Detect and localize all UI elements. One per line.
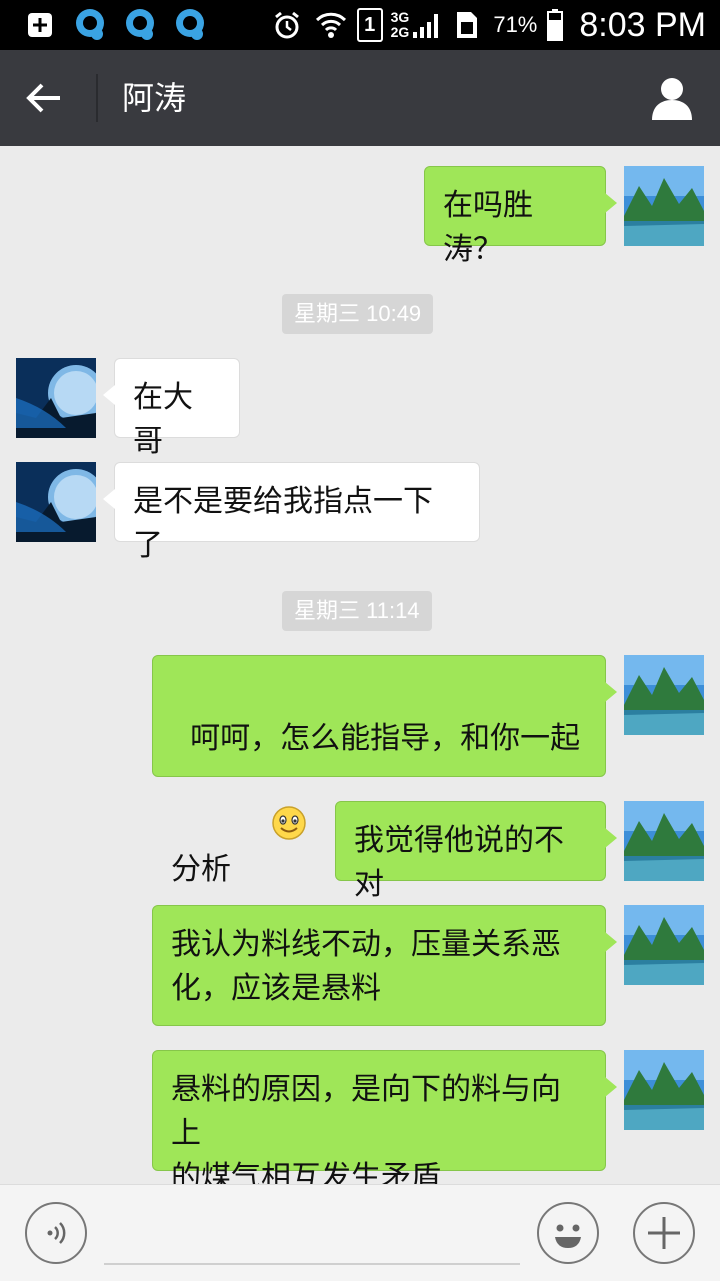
message-bubble-received[interactable]: 在大哥 (103, 358, 240, 459)
smile-emoji-icon (233, 761, 307, 898)
qq-icon (72, 7, 108, 43)
timestamp: 星期三 11:14 (282, 591, 432, 631)
message-bubble-sent[interactable]: 悬料的原因，是向下的料与向上 的煤气相互发生矛盾 (152, 1050, 617, 1195)
back-arrow-icon[interactable] (24, 78, 74, 118)
message-bubble-received[interactable]: 是不是要给我指点一下了 (103, 462, 480, 563)
timestamp: 星期三 10:49 (282, 294, 434, 334)
chat-input-bar (0, 1184, 720, 1281)
my-avatar[interactable] (624, 905, 704, 985)
signal-icon: 3G 2G (391, 10, 442, 40)
sim-1-icon: 1 (356, 8, 383, 42)
chat-title: 阿涛 (122, 79, 187, 117)
message-bubble-sent[interactable]: 我觉得他说的不对 (335, 801, 617, 902)
add-box-icon (22, 7, 58, 43)
network-type-bottom: 2G (390, 24, 410, 40)
my-avatar[interactable] (624, 655, 704, 735)
battery-icon (545, 7, 565, 43)
qq-icon (122, 7, 158, 43)
my-avatar[interactable] (624, 166, 704, 246)
status-bar: 1 3G 2G 71% 8:03 PM (0, 0, 720, 50)
input-underline (104, 1263, 520, 1265)
message-bubble-sent[interactable]: 在吗胜涛？ (424, 166, 617, 267)
message-bubble-sent[interactable]: 我认为料线不动，压量关系恶 化，应该是悬料 (152, 905, 617, 1026)
chat-header: 阿涛 (0, 50, 720, 146)
my-avatar[interactable] (624, 801, 704, 881)
person-icon[interactable] (648, 74, 696, 122)
message-input[interactable] (104, 1205, 524, 1263)
battery-percent: 71% (493, 12, 538, 37)
voice-icon[interactable] (25, 1202, 87, 1264)
contact-avatar[interactable] (16, 358, 96, 438)
sim-card-icon (449, 7, 485, 43)
clock: 8:03 PM (579, 5, 706, 44)
my-avatar[interactable] (624, 1050, 704, 1130)
network-type-top: 3G (390, 9, 410, 25)
qq-icon (172, 7, 208, 43)
contact-avatar[interactable] (16, 462, 96, 542)
plus-icon[interactable] (633, 1202, 695, 1264)
message-bubble-sent[interactable]: 呵呵，怎么能指导，和你一起 分析 (152, 655, 617, 887)
emoji-icon[interactable] (537, 1202, 599, 1264)
wifi-icon (313, 7, 349, 43)
alarm-icon (269, 7, 305, 43)
header-divider (96, 74, 98, 122)
